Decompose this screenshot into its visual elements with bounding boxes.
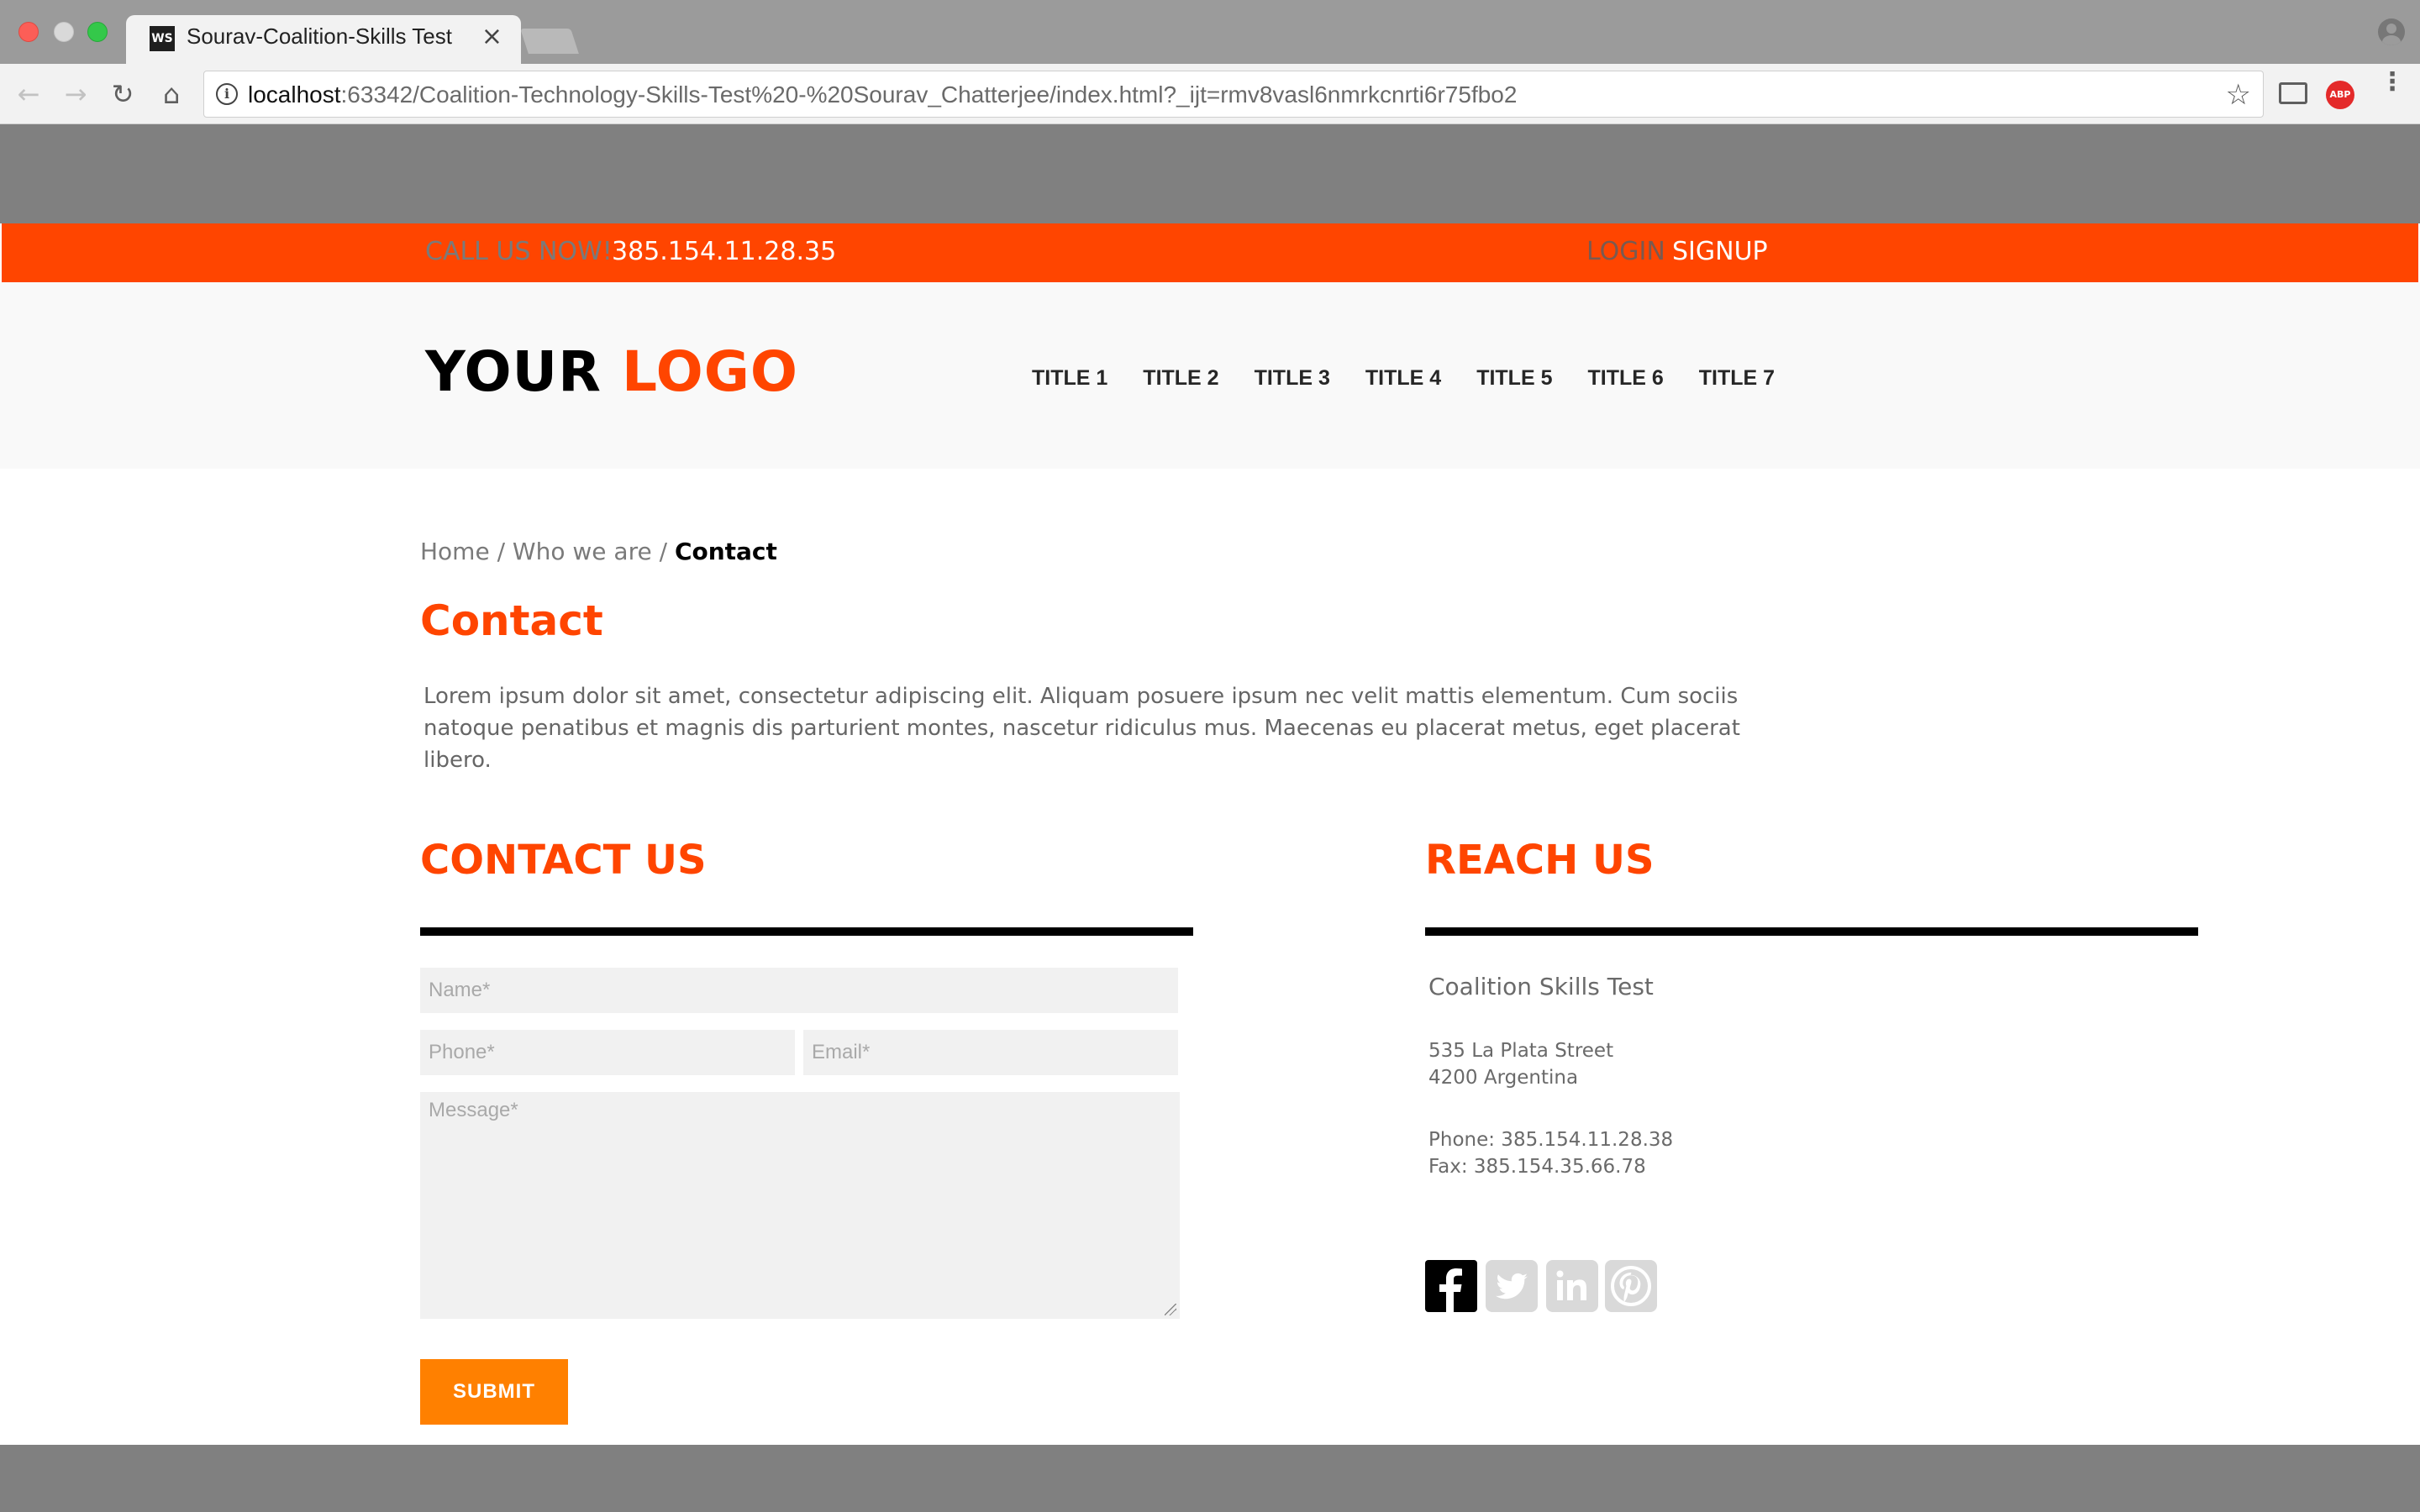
site-info-icon[interactable]: i bbox=[216, 83, 238, 105]
back-arrow-icon[interactable]: ← bbox=[12, 77, 45, 111]
reach-us-heading: REACH US bbox=[1425, 837, 1655, 884]
page-title: Contact bbox=[420, 596, 603, 645]
name-field[interactable]: Name* bbox=[420, 968, 1178, 1013]
login-link[interactable]: LOGIN bbox=[1586, 237, 1665, 266]
minimize-window-button[interactable] bbox=[54, 22, 74, 42]
reach-fax: Fax: 385.154.35.66.78 bbox=[1428, 1156, 1646, 1178]
intro-paragraph: Lorem ipsum dolor sit amet, consectetur … bbox=[424, 684, 1740, 773]
tab-close-icon[interactable]: × bbox=[481, 22, 502, 52]
nav-item-title-6[interactable]: TITLE 6 bbox=[1587, 366, 1663, 391]
nav-item-title-4[interactable]: TITLE 4 bbox=[1365, 366, 1441, 391]
message-textarea[interactable]: Message* bbox=[420, 1092, 1180, 1319]
logo-part-your: YOUR bbox=[425, 339, 602, 404]
site-logo[interactable]: YOUR LOGO bbox=[425, 339, 798, 404]
reload-icon[interactable]: ↻ bbox=[106, 77, 139, 111]
facebook-icon[interactable] bbox=[1425, 1260, 1477, 1312]
cast-icon[interactable] bbox=[2279, 82, 2307, 104]
breadcrumb-home[interactable]: Home bbox=[420, 538, 490, 565]
message-placeholder: Message* bbox=[429, 1099, 518, 1121]
browser-tab-strip: WS Sourav-Coalition-Skills Test × bbox=[0, 0, 2420, 64]
bookmark-star-icon[interactable]: ☆ bbox=[2226, 78, 2251, 112]
submit-button[interactable]: SUBMIT bbox=[420, 1359, 568, 1425]
linkedin-icon[interactable] bbox=[1546, 1260, 1598, 1312]
breadcrumb: Home / Who we are / Contact bbox=[420, 538, 777, 565]
breadcrumb-who-we-are[interactable]: Who we are bbox=[513, 538, 652, 565]
phone-field[interactable]: Phone* bbox=[420, 1030, 795, 1075]
maximize-window-button[interactable] bbox=[87, 22, 108, 42]
url-path: :63342/Coalition-Technology-Skills-Test%… bbox=[340, 81, 1518, 108]
nav-item-title-1[interactable]: TITLE 1 bbox=[1032, 366, 1107, 391]
url-host: localhost bbox=[248, 81, 341, 108]
nav-item-title-3[interactable]: TITLE 3 bbox=[1255, 366, 1330, 391]
tab-title: Sourav-Coalition-Skills Test bbox=[187, 24, 452, 49]
address-line-2: 4200 Argentina bbox=[1428, 1067, 1579, 1089]
breadcrumb-separator: / bbox=[489, 538, 513, 565]
new-tab-button[interactable] bbox=[520, 29, 579, 54]
pinterest-icon[interactable] bbox=[1605, 1260, 1657, 1312]
contact-divider bbox=[420, 927, 1193, 936]
browser-toolbar: ← → ↻ ⌂ i localhost:63342/Coalition-Tech… bbox=[0, 64, 2420, 124]
home-icon[interactable]: ⌂ bbox=[155, 77, 188, 111]
address-bar[interactable]: i localhost:63342/Coalition-Technology-S… bbox=[203, 71, 2264, 118]
call-us-number[interactable]: 385.154.11.28.35 bbox=[612, 237, 836, 266]
resize-handle-icon[interactable] bbox=[1165, 1304, 1176, 1315]
breadcrumb-separator: / bbox=[651, 538, 675, 565]
breadcrumb-current: Contact bbox=[674, 538, 777, 565]
browser-tab[interactable]: WS Sourav-Coalition-Skills Test × bbox=[126, 15, 521, 64]
top-contact-bar: CALL US NOW! 385.154.11.28.35 LOGIN SIGN… bbox=[2, 223, 2418, 282]
email-field[interactable]: Email* bbox=[803, 1030, 1178, 1075]
profile-icon[interactable] bbox=[2378, 18, 2405, 45]
main-nav: TITLE 1 TITLE 2 TITLE 3 TITLE 4 TITLE 5 … bbox=[1032, 366, 1810, 391]
adblock-plus-icon[interactable]: ABP bbox=[2326, 81, 2354, 109]
contact-us-heading: CONTACT US bbox=[420, 837, 707, 884]
company-name: Coalition Skills Test bbox=[1428, 973, 1654, 1000]
site-header: YOUR LOGO TITLE 1 TITLE 2 TITLE 3 TITLE … bbox=[0, 282, 2420, 469]
twitter-icon[interactable] bbox=[1486, 1260, 1538, 1312]
nav-item-title-5[interactable]: TITLE 5 bbox=[1476, 366, 1552, 391]
webstorm-favicon-icon: WS bbox=[150, 26, 175, 51]
forward-arrow-icon[interactable]: → bbox=[59, 77, 92, 111]
nav-item-title-2[interactable]: TITLE 2 bbox=[1143, 366, 1218, 391]
nav-item-title-7[interactable]: TITLE 7 bbox=[1699, 366, 1775, 391]
page-viewport: CALL US NOW! 385.154.11.28.35 LOGIN SIGN… bbox=[0, 124, 2420, 1512]
reach-divider bbox=[1425, 927, 2198, 936]
close-window-button[interactable] bbox=[18, 22, 39, 42]
browser-menu-icon[interactable]: ⋮ bbox=[2380, 70, 2405, 95]
reach-phone: Phone: 385.154.11.28.38 bbox=[1428, 1129, 1674, 1151]
signup-link[interactable]: SIGNUP bbox=[1672, 237, 1768, 266]
site-footer bbox=[0, 1445, 2420, 1512]
call-us-label: CALL US NOW! bbox=[425, 237, 613, 266]
url-text[interactable]: localhost:63342/Coalition-Technology-Ski… bbox=[248, 81, 1517, 108]
address-line-1: 535 La Plata Street bbox=[1428, 1040, 1614, 1062]
top-gray-band bbox=[0, 124, 2420, 223]
logo-part-logo: LOGO bbox=[621, 339, 799, 404]
